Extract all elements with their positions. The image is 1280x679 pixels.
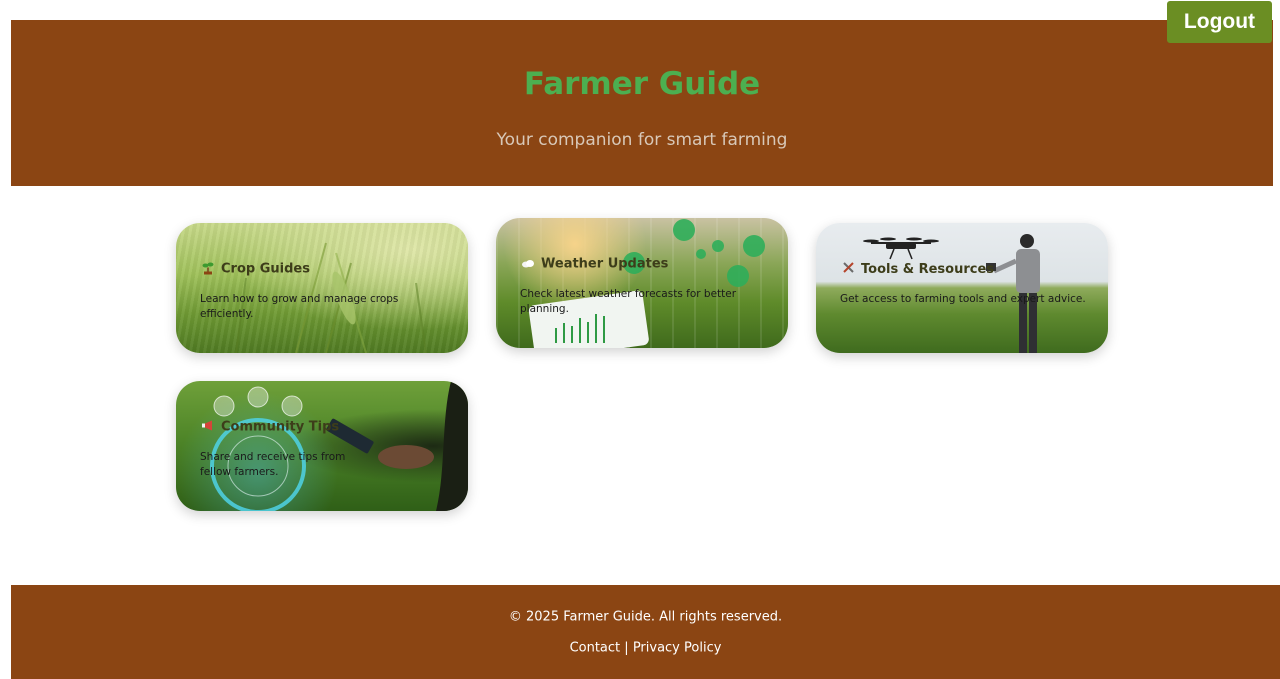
card-title: Weather Updates [520,257,668,272]
page-footer: © 2025 Farmer Guide. All rights reserved… [11,585,1280,679]
card-description: Get access to farming tools and expert a… [840,293,1086,305]
footer-copyright: © 2025 Farmer Guide. All rights reserved… [508,609,783,625]
cloud-icon [520,257,536,271]
card-weather-updates[interactable]: Weather Updates Check latest weather for… [496,218,788,348]
drone-field-image [816,223,1108,353]
tools-icon [840,261,856,277]
smart-farming-image [176,381,468,511]
card-title: Community Tips [200,420,339,435]
seedling-icon [200,261,216,278]
footer-links: Contact | Privacy Policy [11,641,1280,656]
page-title: Farmer Guide [523,66,761,102]
card-title: Tools & Resources [840,261,994,277]
megaphone-icon [200,420,216,435]
card-community-tips[interactable]: Community Tips Share and receive tips fr… [176,381,468,511]
page-subtitle: Your companion for smart farming [496,130,788,150]
card-description: Check latest weather forecasts for bette… [520,288,737,315]
page-header: Farmer Guide Your companion for smart fa… [11,20,1273,186]
greenhouse-tech-image [496,218,788,348]
card-description: Share and receive tips from fellow farme… [200,451,346,478]
logout-button[interactable]: Logout [1167,1,1272,43]
footer-separator: | [624,640,629,656]
card-tools-resources[interactable]: Tools & Resources Get access to farming … [816,223,1108,353]
card-title: Crop Guides [200,261,310,278]
card-description: Learn how to grow and manage crops effic… [200,293,399,320]
crop-field-image [176,223,468,353]
card-crop-guides[interactable]: Crop Guides Learn how to grow and manage… [176,223,468,353]
privacy-policy-link[interactable]: Privacy Policy [633,641,722,656]
contact-link[interactable]: Contact [570,641,621,656]
